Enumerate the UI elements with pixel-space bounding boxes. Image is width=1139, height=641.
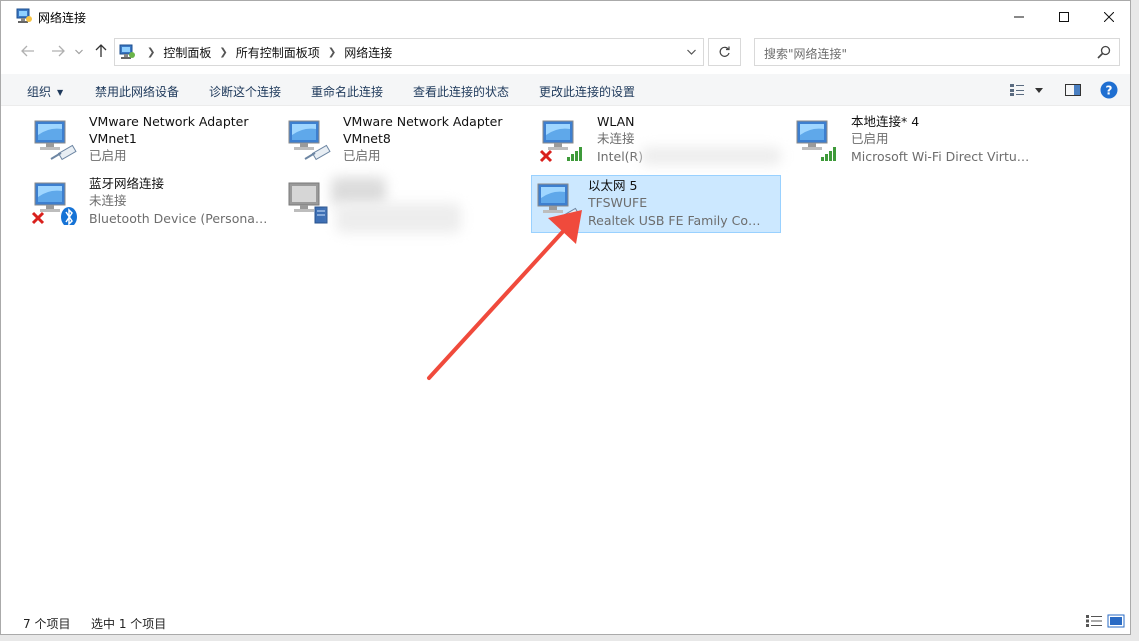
connection-device: Microsoft Wi-Fi Direct Virtual ... — [851, 149, 1031, 164]
minimize-icon — [1014, 16, 1024, 17]
maximize-button[interactable] — [1041, 1, 1087, 32]
chevron-right-icon[interactable]: ❯ — [147, 47, 155, 58]
breadcrumb-all-control-panel-items[interactable]: 所有控制面板项 — [236, 44, 320, 61]
chevron-down-icon — [686, 49, 696, 55]
details-view-icon — [1086, 615, 1102, 627]
breadcrumb-network-connections[interactable]: 网络连接 — [344, 44, 392, 61]
connection-status: TFSWUFE — [588, 195, 648, 210]
connection-device: VMnet1 — [89, 131, 137, 146]
up-button[interactable] — [91, 41, 111, 61]
connection-item-ethernet-5[interactable]: 以太网 5 TFSWUFE Realtek USB FE Family Cont… — [531, 175, 781, 233]
connection-item-local-4[interactable]: 本地连接* 4 已启用 Microsoft Wi-Fi Direct Virtu… — [781, 111, 1031, 169]
diagnose-connection-button[interactable]: 诊断这个连接 — [209, 83, 281, 100]
view-status-button[interactable]: 查看此连接的状态 — [413, 83, 509, 100]
address-bar[interactable]: ❯ 控制面板 ❯ 所有控制面板项 ❯ 网络连接 — [114, 38, 704, 66]
large-icons-view-icon — [1107, 614, 1125, 628]
back-arrow-icon — [21, 45, 34, 57]
breadcrumb: ❯ 控制面板 ❯ 所有控制面板项 ❯ 网络连接 — [139, 39, 392, 65]
control-panel-icon — [119, 44, 135, 59]
connection-text: 蓝牙网络连接 未连接 Bluetooth Device (Personal Ar… — [89, 175, 269, 228]
connection-device: Realtek USB FE Family Controll... — [588, 213, 768, 228]
connection-status: 已启用 — [851, 131, 889, 146]
ethernet-adapter-icon — [34, 120, 77, 161]
organize-menu[interactable]: 组织 ▼ — [27, 83, 63, 100]
search-icon[interactable] — [1097, 45, 1111, 59]
connection-text: 本地连接* 4 已启用 Microsoft Wi-Fi Direct Virtu… — [851, 113, 1031, 166]
help-icon: ? — [1100, 81, 1118, 99]
caret-down-icon — [1035, 87, 1043, 93]
connection-status: 未连接 — [597, 131, 635, 146]
view-dropdown-button[interactable] — [1031, 80, 1047, 100]
wifi-direct-adapter-icon — [796, 120, 836, 161]
organize-label: 组织 — [27, 85, 52, 99]
forward-button[interactable] — [48, 41, 68, 61]
preview-pane-button[interactable] — [1063, 80, 1083, 100]
refresh-icon — [719, 46, 730, 57]
connection-name: VMware Network Adapter — [89, 114, 249, 129]
connection-name: WLAN — [597, 114, 635, 129]
chevron-right-icon[interactable]: ❯ — [328, 47, 336, 58]
connection-item-vmnet1[interactable]: VMware Network Adapter VMnet1 已启用 — [19, 111, 269, 169]
refresh-button[interactable] — [708, 38, 741, 66]
connection-text: VMware Network Adapter VMnet1 已启用 — [89, 113, 269, 165]
wifi-adapter-icon — [539, 120, 582, 163]
connection-name: 本地连接* 4 — [851, 114, 920, 129]
close-button[interactable] — [1086, 1, 1130, 32]
chevron-right-icon[interactable]: ❯ — [219, 47, 227, 58]
chevron-down-icon — [75, 49, 83, 55]
caret-down-icon: ▼ — [57, 88, 64, 97]
bluetooth-adapter-icon — [31, 182, 77, 225]
svg-text:?: ? — [1106, 84, 1113, 98]
rename-connection-button[interactable]: 重命名此连接 — [311, 83, 383, 100]
redaction-blur — [641, 147, 781, 165]
connection-name: 以太网 5 — [588, 178, 638, 193]
minimize-button[interactable] — [996, 1, 1042, 32]
connection-text: VMware Network Adapter VMnet8 已启用 — [343, 113, 523, 165]
window-title: 网络连接 — [38, 11, 87, 25]
connection-device: Bluetooth Device (Personal Ar... — [89, 211, 269, 226]
search-input[interactable]: 搜索"网络连接" — [754, 38, 1120, 66]
redaction-blur — [331, 177, 386, 205]
status-bar: 7 个项目 选中 1 个项目 — [1, 609, 1130, 634]
connection-status: 未连接 — [89, 193, 127, 208]
up-arrow-icon — [95, 44, 107, 57]
connection-status: 已启用 — [89, 148, 127, 163]
back-button[interactable] — [18, 41, 38, 61]
connection-text: 以太网 5 TFSWUFE Realtek USB FE Family Cont… — [588, 177, 768, 230]
connection-name: 蓝牙网络连接 — [89, 176, 165, 191]
redaction-blur — [336, 203, 461, 233]
recent-locations-button[interactable] — [73, 44, 85, 60]
connection-device: VMnet8 — [343, 131, 391, 146]
connection-item-bluetooth[interactable]: 蓝牙网络连接 未连接 Bluetooth Device (Personal Ar… — [19, 173, 269, 231]
connection-status: 已启用 — [343, 148, 381, 163]
maximize-icon — [1059, 11, 1069, 22]
search-placeholder: 搜索"网络连接" — [764, 47, 848, 61]
ethernet-adapter-icon — [288, 120, 331, 161]
selected-count: 选中 1 个项目 — [91, 617, 167, 631]
close-icon — [1104, 11, 1114, 22]
connection-name: VMware Network Adapter — [343, 114, 503, 129]
network-folder-icon — [16, 8, 32, 23]
address-history-dropdown[interactable] — [679, 38, 703, 66]
breadcrumb-control-panel[interactable]: 控制面板 — [163, 44, 211, 61]
forward-arrow-icon — [52, 45, 65, 57]
connection-item-vmnet8[interactable]: VMware Network Adapter VMnet8 已启用 — [273, 111, 523, 169]
change-settings-button[interactable]: 更改此连接的设置 — [539, 83, 635, 100]
view-options-icon — [1010, 84, 1024, 96]
help-button[interactable]: ? — [1099, 80, 1119, 100]
ethernet-adapter-icon — [537, 183, 580, 224]
title-bar: 网络连接 — [1, 1, 1130, 32]
network-connections-window: 网络连接 ❯ 控制面板 ❯ 所有控制面板项 ❯ 网络连接 搜索"网络连接" 组织… — [0, 0, 1131, 635]
change-view-button[interactable] — [1007, 80, 1027, 100]
disable-device-button[interactable]: 禁用此网络设备 — [95, 83, 179, 100]
vpn-adapter-icon — [288, 182, 328, 224]
command-toolbar: 组织 ▼ 禁用此网络设备 诊断这个连接 重命名此连接 查看此连接的状态 更改此连接… — [1, 74, 1130, 106]
item-count: 7 个项目 — [23, 617, 71, 631]
preview-pane-icon — [1065, 84, 1081, 96]
connections-list: VMware Network Adapter VMnet1 已启用 VMware… — [1, 107, 1130, 605]
details-view-button[interactable] — [1085, 614, 1103, 630]
large-icons-view-button[interactable] — [1107, 614, 1125, 630]
